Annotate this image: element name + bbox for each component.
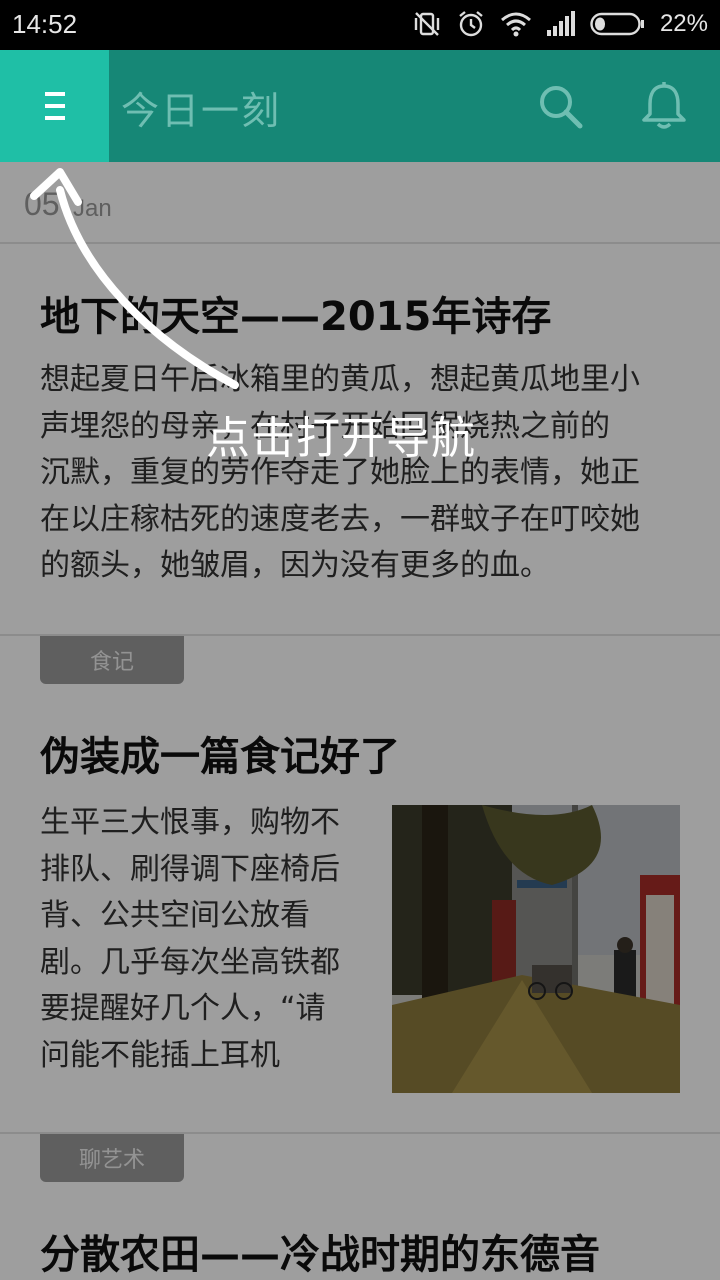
status-bar: 14:52 22% xyxy=(0,0,720,50)
menu-icon xyxy=(44,92,65,120)
alarm-icon xyxy=(456,9,486,39)
battery-percent: 22% xyxy=(659,10,708,37)
menu-button[interactable] xyxy=(0,50,109,162)
curved-arrow-icon xyxy=(30,168,239,389)
signal-icon xyxy=(546,10,576,38)
status-time: 14:52 xyxy=(12,9,78,39)
status-icons: 22% xyxy=(412,9,708,39)
appbar-dim-overlay xyxy=(109,50,720,162)
vibrate-off-icon xyxy=(412,9,442,39)
wifi-icon xyxy=(500,10,532,38)
guide-hint-text: 点击打开导航 xyxy=(206,413,476,464)
battery-icon xyxy=(590,11,646,37)
